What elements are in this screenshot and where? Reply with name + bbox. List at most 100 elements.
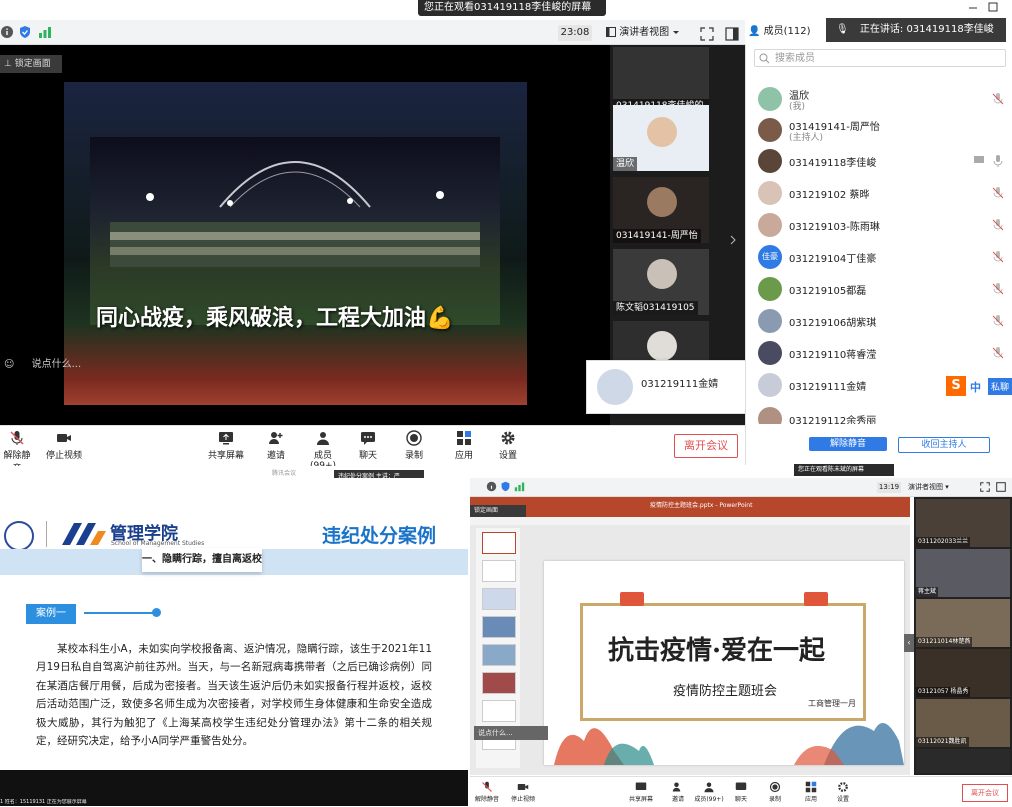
maximize-icon[interactable] [988,2,998,12]
emoji-icon[interactable]: ☺ [4,359,14,370]
members-button[interactable]: 成员(99+) [302,430,344,471]
member-row[interactable]: 031219106胡紫琪 [755,306,1005,336]
chevron-right-icon[interactable] [728,235,738,245]
microphone-muted-icon[interactable] [991,346,1005,360]
mute-button[interactable]: 解除静音 [474,781,500,803]
video-tile[interactable]: 031419141-周严怡 [613,177,709,243]
record-button[interactable]: 录制 [402,430,426,461]
screen-share-banner[interactable]: 您正在观看031419118李佳峻的屏幕 [418,0,606,27]
member-row[interactable]: 031219103-陈雨琳 [755,210,1005,240]
signal-icon[interactable] [38,25,52,39]
microphone-muted-icon[interactable] [991,186,1005,200]
member-row[interactable]: 031419118李佳峻 [755,146,1005,176]
apps-button[interactable]: 应用 [802,781,820,803]
fullscreen-icon[interactable] [700,27,714,41]
sidebar-toggle-icon[interactable] [725,27,739,41]
video-tile[interactable]: 0311202033兰兰 [916,499,1010,547]
slide-thumbnail[interactable] [482,700,516,722]
avatar [758,87,782,111]
shield-icon[interactable] [18,25,32,39]
video-tile[interactable]: 031211014林楚燕 [916,599,1010,647]
participant-face [647,117,677,147]
powerpoint-ribbon: 疫情防控主题班会.pptx - PowerPoint [470,497,910,525]
share-screen-button[interactable]: 共享屏幕 [206,430,246,461]
logo-divider [46,521,47,547]
video-tile[interactable]: 03112021魏胜凯 [916,699,1010,747]
share-screen-button[interactable]: 共享屏幕 [626,781,656,803]
invite-button[interactable]: 邀请 [668,781,688,803]
invite-button[interactable]: 邀请 [262,430,290,461]
active-speaker-name: 031219111金婧 [641,379,719,390]
video-tile[interactable] [916,749,1010,773]
video-tile[interactable]: 03121057 杨晶秀 [916,649,1010,697]
info-icon[interactable] [486,481,497,492]
video-tile[interactable]: 陈文韬031419105 [613,249,709,315]
microphone-muted-icon[interactable] [991,92,1005,106]
slide-subtitle: 疫情防控主题班会 [673,684,778,699]
view-mode-dropdown-2[interactable]: 演讲者视图 ▾ [908,481,968,493]
ime-mode: 中 [970,381,981,394]
lock-screen-label: 锁定画面 [14,59,51,69]
leave-meeting-button-2[interactable]: 离开会议 [962,784,1008,802]
stop-video-button[interactable]: 停止视频 [508,781,538,803]
info-icon[interactable] [0,25,14,39]
shared-slide [64,82,527,405]
chat-icon [735,781,747,793]
slide-thumbnail[interactable] [482,532,516,554]
stop-video-button[interactable]: 停止视频 [44,430,84,461]
shield-icon[interactable] [500,481,511,492]
slide-thumbnail[interactable] [482,672,516,694]
slide-thumbnail[interactable] [482,616,516,638]
members-button[interactable]: 成员(99+) [694,781,724,803]
member-row[interactable]: 031419141-周严怡 (主持人) [755,115,1005,145]
slide-thumbnail[interactable] [482,588,516,610]
settings-button[interactable]: 设置 [496,430,520,461]
sidebar-toggle-icon[interactable] [996,482,1006,492]
chat-input-bar[interactable]: ☺ 说点什么... [0,354,100,376]
lock-screen-button[interactable]: ⊥ 锁定画面 [0,55,62,73]
chat-button[interactable]: 聊天 [356,430,380,461]
unmute-all-button[interactable]: 解除静音 [809,437,887,451]
member-row[interactable]: 佳豪 031219104丁佳豪 [755,242,1005,272]
member-search-input[interactable]: 搜索成员 [754,49,1006,67]
participant-face [647,259,677,289]
signal-icon[interactable] [514,481,525,492]
settings-button[interactable]: 设置 [834,781,852,803]
video-tile-label: 温欣 [613,157,638,171]
member-row[interactable]: 031219102 蔡晔 [755,178,1005,208]
microphone-muted-icon[interactable] [991,250,1005,264]
member-row[interactable]: 温欣 (我) [755,84,1005,114]
member-row[interactable]: 031219110蒋睿滢 [755,338,1005,368]
microphone-icon[interactable] [991,154,1005,168]
minimize-icon[interactable] [968,2,978,12]
chevron-left-icon[interactable]: ‹ [904,634,914,652]
chat-button[interactable]: 聊天 [732,781,750,803]
video-tile[interactable]: 031419118李佳峻的... [613,47,709,113]
member-name: 031219104丁佳豪 [789,254,877,265]
slide-thumbnail[interactable] [482,644,516,666]
screen-share-banner-2[interactable]: 您正在观看陈未斌的屏幕 [794,464,894,476]
member-row[interactable]: 031219112余秀丽 [755,404,1005,424]
reclaim-host-button[interactable]: 收回主持人 [898,437,990,453]
video-tile-label: 031211014林楚燕 [916,637,973,647]
view-mode-dropdown[interactable]: 演讲者视图 [606,24,688,42]
member-row[interactable]: 031219105都磊 [755,274,1005,304]
microphone-muted-icon[interactable] [991,314,1005,328]
fullscreen-icon[interactable] [980,482,990,492]
video-tile-label: 031419141-周严怡 [613,229,701,243]
leave-meeting-button[interactable]: 离开会议 [674,434,738,458]
apps-label: 应用 [804,796,817,803]
slide-thumbnail[interactable] [482,560,516,582]
microphone-muted-icon[interactable] [991,282,1005,296]
chat-input-bar-2[interactable]: 说点什么... [474,726,548,740]
member-name: 031219105都磊 [789,286,867,297]
video-tile[interactable]: 温欣 [613,105,709,171]
microphone-icon: 🎙 [836,24,849,35]
microphone-muted-icon[interactable] [991,218,1005,232]
record-button[interactable]: 录制 [766,781,784,803]
lock-screen-button-2[interactable]: 锁定画面 [470,505,526,517]
apps-button[interactable]: 应用 [452,430,476,461]
video-tile[interactable]: 蒋主斌 [916,549,1010,597]
ime-toolbar[interactable]: S 中 私聊 [946,376,1012,396]
window-controls [964,2,1004,16]
